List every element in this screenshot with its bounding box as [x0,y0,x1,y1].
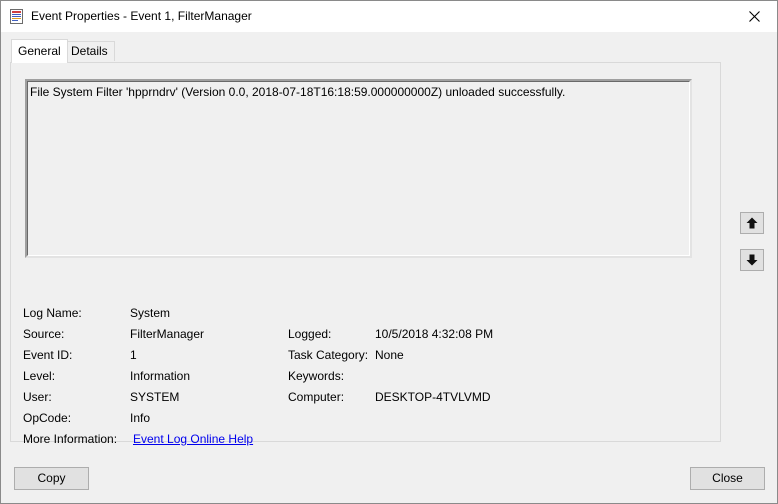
level-value: Information [130,369,191,383]
event-message-text: File System Filter 'hpprndrv' (Version 0… [30,85,566,99]
close-button[interactable]: Close [690,467,765,490]
previous-event-button[interactable] [740,212,764,234]
event-log-online-help-link[interactable]: Event Log Online Help [133,432,253,446]
log-name-value: System [130,306,171,320]
computer-label: Computer: [288,390,345,404]
arrow-up-icon [746,217,758,229]
window-title: Event Properties - Event 1, FilterManage… [31,9,252,23]
general-tab-panel: File System Filter 'hpprndrv' (Version 0… [10,62,721,446]
arrow-down-icon [746,254,758,266]
next-event-button[interactable] [740,249,764,271]
more-information-label: More Information: [23,432,118,446]
event-id-value: 1 [130,348,137,362]
user-label: User: [23,390,52,404]
tab-details-label: Details [71,44,108,58]
title-bar[interactable]: Event Properties - Event 1, FilterManage… [1,1,777,32]
tab-details[interactable]: Details [64,41,115,61]
task-category-value: None [375,348,404,362]
opcode-value: Info [130,411,151,425]
event-properties-window: Event Properties - Event 1, FilterManage… [0,0,778,504]
keywords-label: Keywords: [288,369,345,383]
logged-value: 10/5/2018 4:32:08 PM [375,327,494,341]
tab-general[interactable]: General [11,39,68,63]
event-id-label: Event ID: [23,348,73,362]
source-value: FilterManager [130,327,205,341]
tab-general-label: General [18,44,61,58]
user-value: SYSTEM [130,390,180,404]
copy-button[interactable]: Copy [14,467,89,490]
close-icon [748,11,760,22]
task-category-label: Task Category: [288,348,369,362]
computer-value: DESKTOP-4TVLVMD [375,390,491,404]
event-viewer-icon [10,9,23,24]
event-message-box[interactable]: File System Filter 'hpprndrv' (Version 0… [25,79,692,258]
log-name-label: Log Name: [23,306,82,320]
close-window-button[interactable] [731,1,777,32]
opcode-label: OpCode: [23,411,72,425]
level-label: Level: [23,369,56,383]
logged-label: Logged: [288,327,332,341]
dialog-client-area: General Details File System Filter 'hppr… [1,32,777,503]
source-label: Source: [23,327,65,341]
